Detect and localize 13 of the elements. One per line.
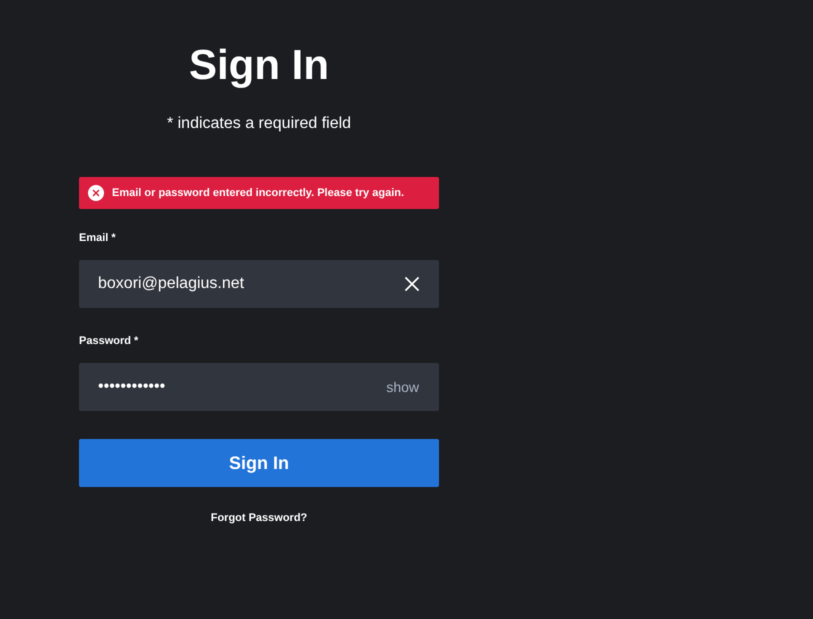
error-icon xyxy=(88,185,104,201)
forgot-password-link[interactable]: Forgot Password? xyxy=(210,510,308,526)
error-message: Email or password entered incorrectly. Please try again. xyxy=(112,187,404,199)
close-icon xyxy=(405,277,419,291)
password-label: Password * xyxy=(79,334,138,349)
password-field[interactable]: •••••••••••• show xyxy=(79,363,439,411)
page-title: Sign In xyxy=(189,40,329,90)
required-note: * indicates a required field xyxy=(166,114,352,134)
email-label: Email * xyxy=(79,231,116,246)
clear-button[interactable] xyxy=(405,277,419,291)
show-password-button[interactable]: show xyxy=(386,379,419,395)
sign-in-button[interactable]: Sign In xyxy=(79,439,439,487)
email-field[interactable]: boxori@pelagius.net xyxy=(79,260,439,308)
